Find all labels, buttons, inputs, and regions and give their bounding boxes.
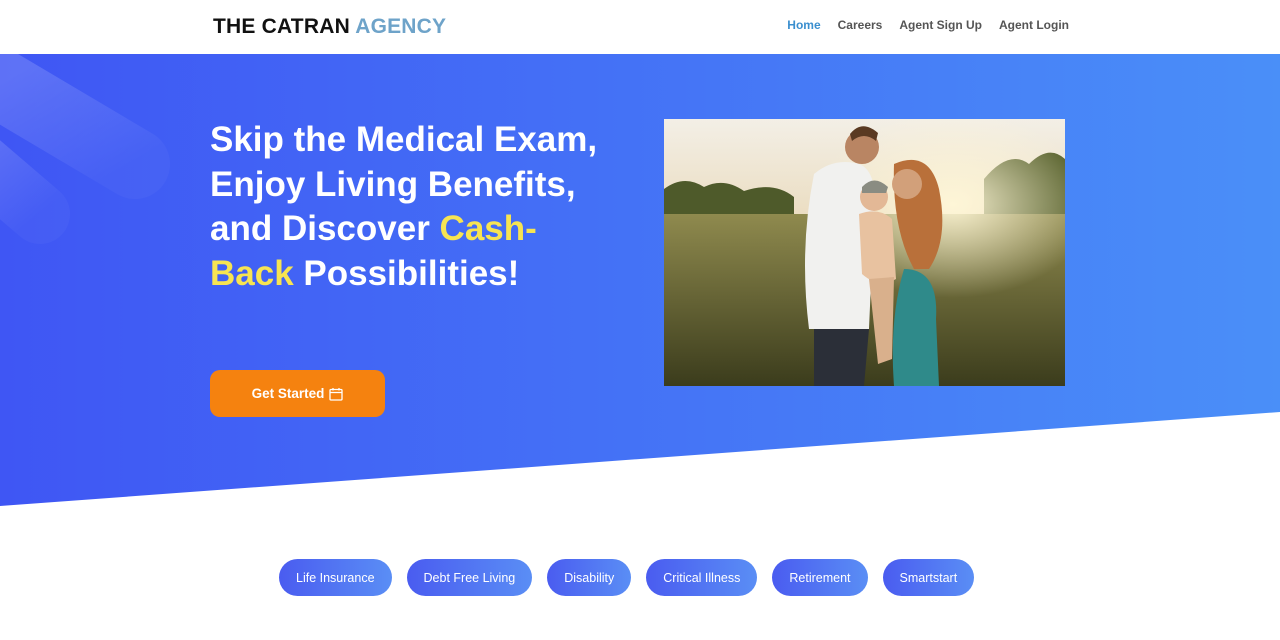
- site-header: THE CATRAN AGENCY Home Careers Agent Sig…: [0, 0, 1280, 54]
- logo-main-text: THE CATRAN: [213, 15, 350, 38]
- pill-debt-free-living[interactable]: Debt Free Living: [406, 559, 533, 596]
- category-pills: Life Insurance Debt Free Living Disabili…: [279, 559, 975, 596]
- family-photo: [664, 119, 1065, 386]
- calendar-icon: [329, 387, 344, 401]
- logo-accent-text: AGENCY: [355, 15, 447, 38]
- headline-text-end: Possibilities!: [303, 253, 520, 293]
- get-started-label: Get Started: [251, 386, 325, 401]
- nav-agent-login[interactable]: Agent Login: [999, 18, 1069, 32]
- hero-headline: Skip the Medical Exam, Enjoy Living Bene…: [210, 118, 610, 296]
- pill-retirement[interactable]: Retirement: [772, 559, 868, 596]
- hero-background: [0, 54, 1280, 506]
- nav-careers[interactable]: Careers: [838, 18, 883, 32]
- nav-home[interactable]: Home: [787, 18, 820, 32]
- hero-section: [0, 54, 1280, 510]
- site-logo[interactable]: THE CATRAN AGENCY: [213, 15, 446, 39]
- nav-agent-sign-up[interactable]: Agent Sign Up: [899, 18, 982, 32]
- headline-text-start: Skip the Medical Exam, Enjoy Living Bene…: [210, 120, 598, 248]
- pill-smartstart[interactable]: Smartstart: [882, 559, 975, 596]
- pill-life-insurance[interactable]: Life Insurance: [279, 559, 392, 596]
- get-started-button[interactable]: Get Started: [210, 370, 385, 417]
- pill-disability[interactable]: Disability: [547, 559, 632, 596]
- pill-critical-illness[interactable]: Critical Illness: [646, 559, 758, 596]
- main-nav: Home Careers Agent Sign Up Agent Login: [787, 18, 1069, 32]
